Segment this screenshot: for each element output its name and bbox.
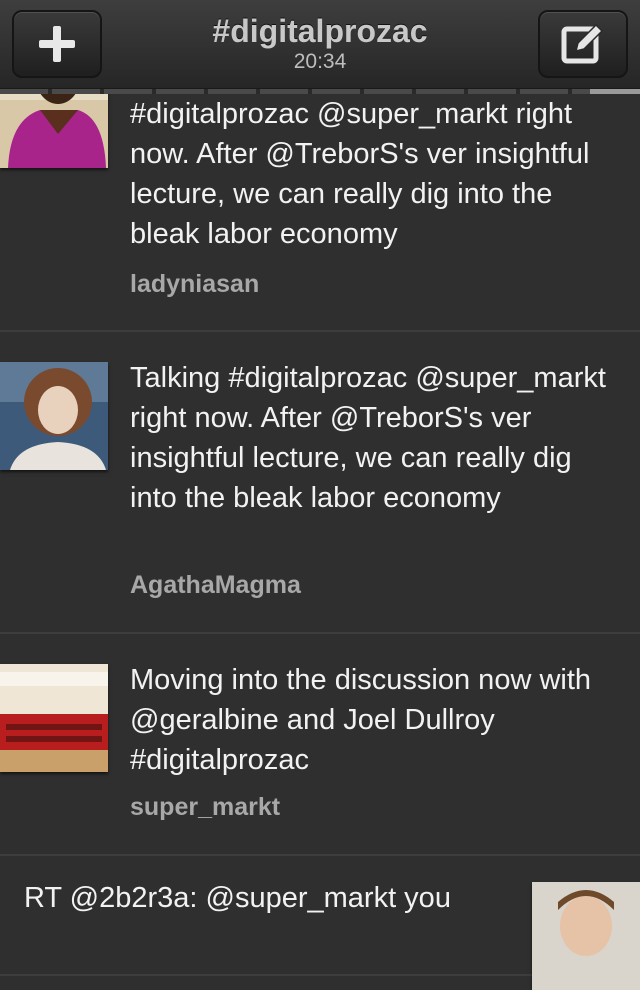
tweet-item[interactable]: RT @2b2r3a: @super_markt you [0,856,640,990]
status-time: 20:34 [293,50,347,73]
tweet-item[interactable]: #digitalprozac @super_markt right now. A… [0,60,640,332]
plus-icon [39,26,75,62]
avatar[interactable] [532,882,640,990]
compose-button[interactable] [538,10,628,78]
tweet-username[interactable]: super_markt [130,793,280,822]
tweet-text: Moving into the discussion now with @ger… [130,664,592,776]
add-button[interactable] [12,10,102,78]
tweet-text: Talking #digitalprozac @super_markt righ… [130,362,606,514]
tweet-text: RT @2b2r3a: @super_markt you [24,882,451,914]
avatar[interactable] [0,664,108,772]
tweet-feed[interactable]: #digitalprozac @super_markt right now. A… [0,60,640,990]
compose-icon [561,23,604,64]
tweet-username[interactable]: ladyniasan [130,270,259,299]
tweet-item[interactable]: Talking #digitalprozac @super_markt righ… [0,332,640,634]
tweet-text: #digitalprozac @super_markt right now. A… [130,98,590,250]
tweet-item[interactable]: Moving into the discussion now with @ger… [0,634,640,856]
tweet-username[interactable]: AgathaMagma [130,571,301,600]
avatar[interactable] [0,362,108,470]
top-navigation-bar: #digitalprozac 20:34 [0,0,640,89]
page-title: #digitalprozac [212,13,428,49]
